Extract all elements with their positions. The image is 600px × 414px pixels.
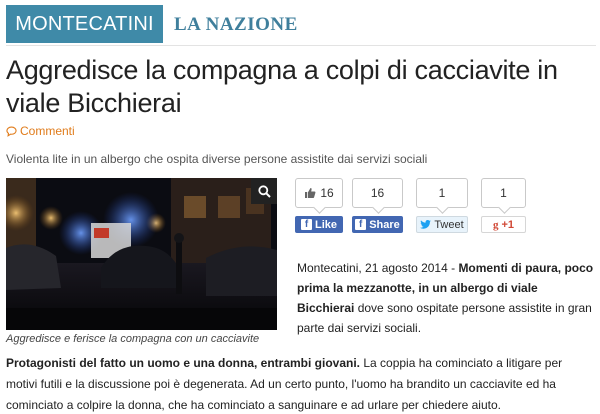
tweet-counter: 1: [416, 178, 468, 208]
fb-like-count: 16: [320, 186, 334, 200]
fb-share-widget: 16 f Share: [352, 178, 403, 233]
google-plus-icon: g: [492, 218, 499, 231]
gplus-widget: 1 g +1: [481, 178, 526, 233]
gplus-counter: 1: [481, 178, 526, 208]
section-tab[interactable]: MONTECATINI: [6, 5, 163, 43]
body-bold: Protagonisti del fatto un uomo e una don…: [6, 356, 361, 370]
article-body: Protagonisti del fatto un uomo e una don…: [6, 353, 596, 414]
gplus-count: 1: [500, 186, 507, 200]
photo-caption: Aggredisce e ferisce la compagna con un …: [6, 333, 260, 345]
tweet-widget: 1 Tweet: [416, 178, 468, 233]
article-lead: Montecatini, 21 agosto 2014 - Momenti di…: [297, 258, 595, 338]
fb-like-label: Like: [314, 218, 337, 231]
gplus-button[interactable]: g +1: [481, 216, 526, 233]
header-divider: [6, 45, 596, 46]
article-subtitle: Violenta lite in un albergo che ospita d…: [6, 152, 428, 166]
header: MONTECATINI LA NAZIONE: [6, 4, 596, 44]
dateline: Montecatini, 21 agosto 2014 -: [297, 261, 459, 275]
fb-like-button[interactable]: f Like: [295, 216, 343, 233]
comments-label[interactable]: Commenti: [20, 124, 75, 138]
comments-link[interactable]: Commenti: [6, 124, 75, 138]
fb-like-counter: 16: [295, 178, 343, 208]
fb-share-label: Share: [369, 218, 400, 231]
masthead-logo[interactable]: LA NAZIONE: [174, 14, 298, 36]
tweet-label: Tweet: [434, 218, 464, 231]
fb-share-counter: 16: [352, 178, 403, 208]
fb-share-button[interactable]: f Share: [352, 216, 403, 233]
comment-icon: [6, 126, 17, 137]
night-street-photo: [6, 178, 277, 330]
tweet-button[interactable]: Tweet: [416, 216, 468, 233]
article-title: Aggredisce la compagna a colpi di caccia…: [6, 55, 558, 118]
gplus-label: +1: [501, 218, 515, 231]
article-photo[interactable]: [6, 178, 277, 330]
facebook-icon: f: [355, 219, 367, 230]
twitter-bird-icon: [420, 220, 432, 229]
social-share-bar: 16 f Like 16 f Share 1 Tweet 1 g +1: [295, 178, 595, 238]
thumbs-up-icon: [305, 188, 316, 198]
fb-share-count: 16: [370, 186, 385, 200]
fb-like-widget: 16 f Like: [295, 178, 343, 233]
search-icon: [257, 184, 271, 198]
tweet-count: 1: [438, 186, 446, 200]
facebook-icon: f: [300, 219, 312, 230]
zoom-button[interactable]: [251, 178, 277, 204]
